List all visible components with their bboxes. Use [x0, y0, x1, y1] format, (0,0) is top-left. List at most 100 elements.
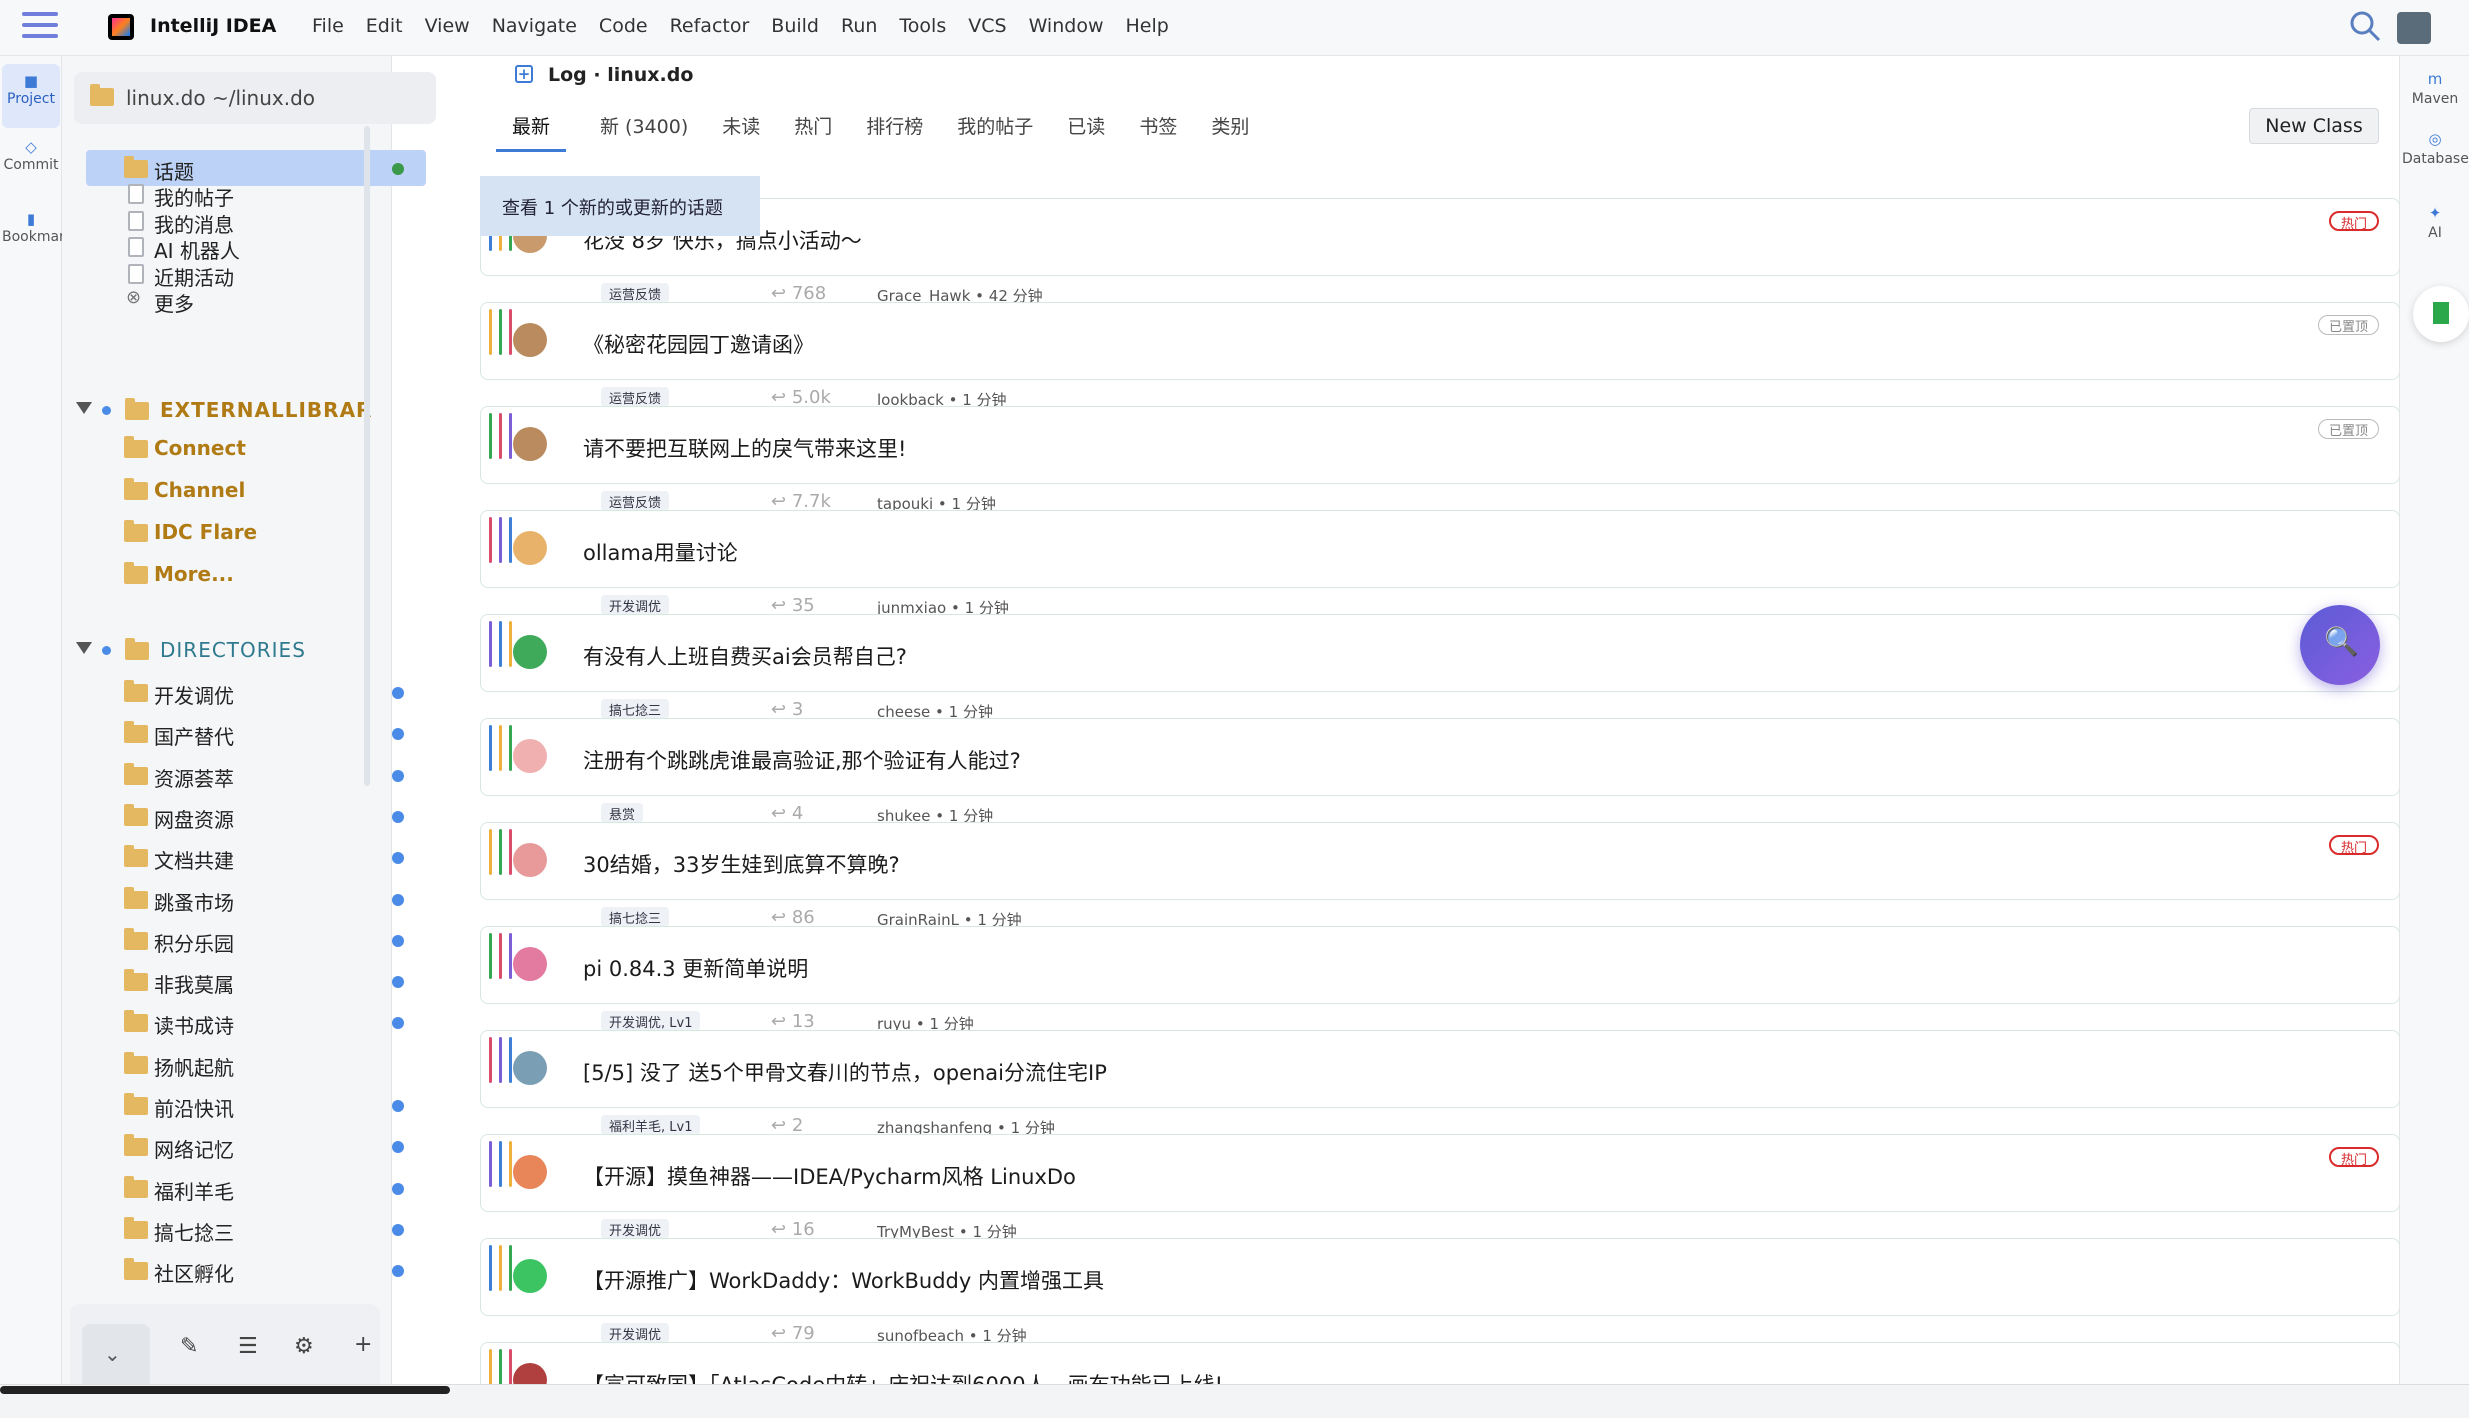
category-tab[interactable]: 热门 [794, 104, 832, 152]
topic-title[interactable]: 【开源推广】WorkDaddy：WorkBuddy 内置增强工具 [583, 1265, 1104, 1295]
directory-item[interactable]: 开发调优 [86, 674, 426, 710]
category-tag[interactable]: 运营反馈 [601, 283, 670, 303]
topic-title[interactable]: [5/5] 没了 送5个甲骨文春川的节点，openai分流住宅IP [583, 1057, 1107, 1087]
tool-ai[interactable]: ✦ AI [2402, 206, 2468, 241]
external-libraries-section[interactable]: EXTERNALLIBRAR [70, 392, 430, 428]
brush-icon[interactable]: ✎ [180, 1334, 198, 1359]
topic-row[interactable]: 《秘密花园园丁邀请函》 已置顶 运营反馈 ↩ 5.0k lookback • 1 分钟 [480, 302, 2400, 409]
add-icon[interactable]: + [354, 1332, 372, 1357]
directory-item[interactable]: 非我莫属 [86, 963, 426, 999]
topic-row[interactable]: [5/5] 没了 送5个甲骨文春川的节点，openai分流住宅IP 福利羊毛, L… [480, 1030, 2400, 1137]
menu-refactor[interactable]: Refactor [670, 15, 750, 37]
menu-file[interactable]: File [312, 15, 344, 37]
gear-icon[interactable]: ⚙ [294, 1334, 314, 1359]
tool-bookmarks[interactable]: ▮ Bookmarks [2, 212, 80, 276]
topic-title[interactable]: 注册有个跳跳虎谁最高验证,那个验证有人能过? [583, 745, 1021, 775]
project-header[interactable]: linux.do ~/linux.do [74, 72, 436, 124]
add-tab-icon[interactable]: + [515, 65, 533, 83]
category-tag[interactable]: 开发调优 [601, 1219, 670, 1239]
topic-row[interactable]: pi 0.84.3 更新简单说明 开发调优, Lv1 ↩ 13 ruyu • 1 分钟 [480, 926, 2400, 1033]
reply-count: ↩ 2 [771, 1115, 803, 1136]
directory-item[interactable]: 扬帆起航 [86, 1046, 426, 1082]
topic-title[interactable]: pi 0.84.3 更新简单说明 [583, 953, 808, 983]
menu-build[interactable]: Build [771, 15, 819, 37]
category-tab[interactable]: 未读 [722, 104, 760, 152]
topic-row[interactable]: 有没有人上班自费买ai会员帮自己? 搞七捻三 ↩ 3 cheese • 1 分钟 [480, 614, 2400, 721]
topic-row[interactable]: 【开源推广】WorkDaddy：WorkBuddy 内置增强工具 开发调优 ↩ 79… [480, 1238, 2400, 1345]
external-item[interactable]: IDC Flare [86, 514, 426, 550]
category-tab[interactable]: 书签 [1139, 104, 1177, 152]
topic-row[interactable]: ollama用量讨论 开发调优 ↩ 35 junmxiao • 1 分钟 [480, 510, 2400, 617]
menu-vcs[interactable]: VCS [968, 15, 1006, 37]
topic-title[interactable]: ollama用量讨论 [583, 537, 738, 567]
horizontal-scrollbar[interactable] [0, 1386, 450, 1394]
category-tag[interactable]: 悬赏 [601, 803, 644, 823]
menu-help[interactable]: Help [1125, 15, 1168, 37]
topic-row[interactable]: 【开源】摸鱼神器——IDEA/Pycharm风格 LinuxDo 热门 开发调优 ↩ … [480, 1134, 2400, 1241]
new-topics-banner[interactable]: 查看 1 个新的或更新的话题 [480, 176, 760, 236]
topic-row[interactable]: 请不要把互联网上的戾气带来这里! 已置顶 运营反馈 ↩ 7.7k tapouki • 1… [480, 406, 2400, 513]
directory-item[interactable]: 搞七捻三 [86, 1211, 426, 1247]
settings-sliders-icon[interactable]: ☰ [238, 1334, 258, 1359]
topic-row[interactable]: 花没 8岁 快乐，搞点小活动～ 热门 运营反馈 ↩ 768 Grace_Hawk • 4… [480, 198, 2400, 305]
category-tab[interactable]: 我的帖子 [957, 104, 1033, 152]
category-tag[interactable]: 开发调优 [601, 595, 670, 615]
tool-commit[interactable]: ◇ Commit [2, 140, 60, 204]
menu-view[interactable]: View [425, 15, 470, 37]
menu-window[interactable]: Window [1029, 15, 1104, 37]
external-item[interactable]: Channel [86, 472, 426, 508]
category-tab[interactable]: 类别 [1211, 104, 1249, 152]
tool-database[interactable]: ◎ Database [2402, 132, 2469, 167]
menu-run[interactable]: Run [841, 15, 877, 37]
floating-search-button[interactable]: 🔍 [2300, 605, 2380, 685]
search-icon[interactable] [2347, 8, 2383, 44]
user-avatar[interactable] [2397, 12, 2431, 44]
project-scrollbar[interactable] [364, 126, 370, 786]
directory-item[interactable]: 跳蚤市场 [86, 881, 426, 917]
directory-item[interactable]: 积分乐园 [86, 922, 426, 958]
topic-title[interactable]: 《秘密花园园丁邀请函》 [583, 329, 814, 359]
directory-item[interactable]: 资源荟萃 [86, 757, 426, 793]
directory-item[interactable]: 读书成诗 [86, 1004, 426, 1040]
category-tab[interactable]: 已读 [1067, 104, 1105, 152]
category-tag[interactable]: 搞七捻三 [601, 907, 670, 927]
category-tag[interactable]: 开发调优, Lv1 [601, 1011, 701, 1031]
tool-project[interactable]: ■ Project [2, 64, 60, 128]
topic-title[interactable]: 请不要把互联网上的戾气带来这里! [583, 433, 906, 463]
external-item[interactable]: Connect [86, 430, 426, 466]
directories-section[interactable]: DIRECTORIES [70, 632, 430, 668]
topic-title[interactable]: 有没有人上班自费买ai会员帮自己? [583, 641, 907, 671]
directory-item[interactable]: 文档共建 [86, 839, 426, 875]
directory-item[interactable]: 网盘资源 [86, 798, 426, 834]
directory-item[interactable]: 前沿快讯 [86, 1087, 426, 1123]
category-tag[interactable]: 运营反馈 [601, 387, 670, 407]
topic-title[interactable]: 30结婚，33岁生娃到底算不算晚? [583, 849, 900, 879]
category-tab[interactable]: 最新 [496, 104, 567, 152]
menu-code[interactable]: Code [599, 15, 648, 37]
menu-navigate[interactable]: Navigate [492, 15, 577, 37]
new-class-button[interactable]: New Class [2249, 108, 2379, 144]
category-tab[interactable]: 排行榜 [866, 104, 923, 152]
category-tag[interactable]: 开发调优 [601, 1323, 670, 1343]
directory-item[interactable]: 福利羊毛 [86, 1170, 426, 1206]
category-tab[interactable]: 新 (3400) [600, 104, 688, 152]
category-tag[interactable]: 福利羊毛, Lv1 [601, 1115, 701, 1135]
tool-maven[interactable]: m Maven [2402, 72, 2468, 107]
topic-row[interactable]: 30结婚，33岁生娃到底算不算晚? 热门 搞七捻三 ↩ 86 GrainRainL • … [480, 822, 2400, 929]
directory-item[interactable]: 国产替代 [86, 715, 426, 751]
menu-edit[interactable]: Edit [366, 15, 403, 37]
topic-badge: 热门 [2328, 211, 2379, 232]
topic-title[interactable]: 【开源】摸鱼神器——IDEA/Pycharm风格 LinuxDo [583, 1161, 1076, 1191]
topic-row[interactable]: 注册有个跳跳虎谁最高验证,那个验证有人能过? 悬赏 ↩ 4 shukee • 1 分钟 [480, 718, 2400, 825]
main-menu-icon[interactable] [22, 12, 58, 42]
external-item[interactable]: More... [86, 556, 426, 592]
collapse-dropdown[interactable]: ⌄ [82, 1324, 150, 1388]
directory-item[interactable]: 网络记忆 [86, 1128, 426, 1164]
directory-item[interactable]: 社区孵化 [86, 1252, 426, 1288]
bookmark-flag-icon[interactable] [2413, 286, 2469, 342]
menu-tools[interactable]: Tools [899, 15, 946, 37]
category-tag[interactable]: 运营反馈 [601, 491, 670, 511]
category-tag[interactable]: 搞七捻三 [601, 699, 670, 719]
project-item[interactable]: ⊗ 更多 [86, 282, 426, 318]
editor-tab-title[interactable]: Log · linux.do [548, 64, 693, 86]
